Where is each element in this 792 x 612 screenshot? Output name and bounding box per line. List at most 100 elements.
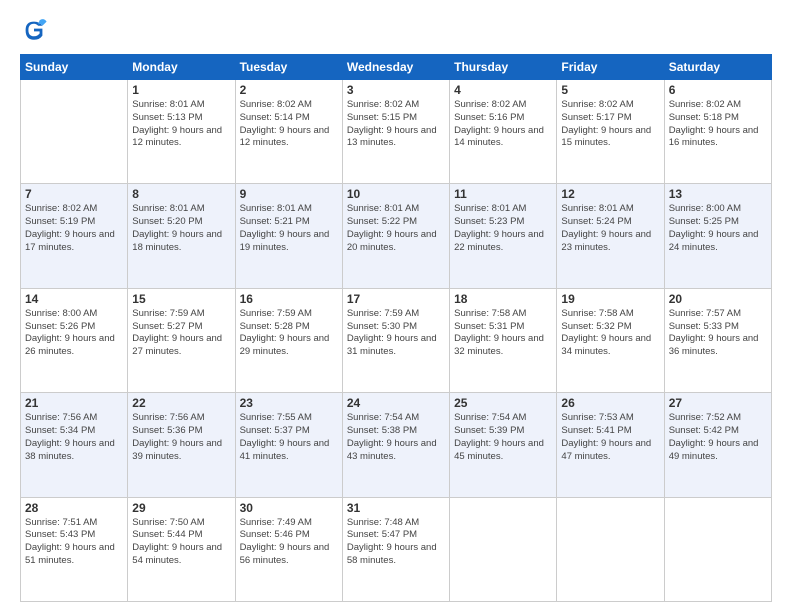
- cell-info: Sunrise: 8:01 AM Sunset: 5:23 PM Dayligh…: [454, 203, 552, 254]
- day-number: 6: [669, 83, 767, 97]
- calendar-cell: 23 Sunrise: 7:55 AM Sunset: 5:37 PM Dayli…: [235, 393, 342, 497]
- cell-info: Sunrise: 8:01 AM Sunset: 5:13 PM Dayligh…: [132, 99, 230, 150]
- calendar-cell: 11Sunrise: 8:01 AM Sunset: 5:23 PM Dayli…: [450, 184, 557, 288]
- day-number: 15: [132, 292, 230, 306]
- calendar-cell: [557, 497, 664, 601]
- cell-info: Sunrise: 7:49 AM Sunset: 5:46 PM Dayligh…: [240, 517, 338, 568]
- cell-info: Sunrise: 8:02 AM Sunset: 5:15 PM Dayligh…: [347, 99, 445, 150]
- day-number: 19: [561, 292, 659, 306]
- calendar-cell: 17 Sunrise: 7:59 AM Sunset: 5:30 PM Dayli…: [342, 288, 449, 392]
- day-number: 16: [240, 292, 338, 306]
- calendar-cell: [21, 80, 128, 184]
- calendar-cell: 3Sunrise: 8:02 AM Sunset: 5:15 PM Daylig…: [342, 80, 449, 184]
- calendar-cell: 9Sunrise: 8:01 AM Sunset: 5:21 PM Daylig…: [235, 184, 342, 288]
- cell-info: Sunrise: 7:57 AM Sunset: 5:33 PM Dayligh…: [669, 308, 767, 359]
- page: SundayMondayTuesdayWednesdayThursdayFrid…: [0, 0, 792, 612]
- day-number: 1: [132, 83, 230, 97]
- day-number: 26: [561, 396, 659, 410]
- day-number: 21: [25, 396, 123, 410]
- week-row-4: 21 Sunrise: 7:56 AM Sunset: 5:34 PM Dayli…: [21, 393, 772, 497]
- calendar-cell: 20Sunrise: 7:57 AM Sunset: 5:33 PM Dayli…: [664, 288, 771, 392]
- cell-info: Sunrise: 7:59 AM Sunset: 5:28 PM Dayligh…: [240, 308, 338, 359]
- calendar-cell: 19Sunrise: 7:58 AM Sunset: 5:32 PM Dayli…: [557, 288, 664, 392]
- cell-info: Sunrise: 7:48 AM Sunset: 5:47 PM Dayligh…: [347, 517, 445, 568]
- cell-info: Sunrise: 8:01 AM Sunset: 5:20 PM Dayligh…: [132, 203, 230, 254]
- calendar-cell: 27Sunrise: 7:52 AM Sunset: 5:42 PM Dayli…: [664, 393, 771, 497]
- day-number: 25: [454, 396, 552, 410]
- week-row-1: 1 Sunrise: 8:01 AM Sunset: 5:13 PM Daylig…: [21, 80, 772, 184]
- calendar-cell: 10 Sunrise: 8:01 AM Sunset: 5:22 PM Dayli…: [342, 184, 449, 288]
- day-number: 14: [25, 292, 123, 306]
- calendar-cell: 6 Sunrise: 8:02 AM Sunset: 5:18 PM Daylig…: [664, 80, 771, 184]
- cell-info: Sunrise: 8:00 AM Sunset: 5:26 PM Dayligh…: [25, 308, 123, 359]
- cell-info: Sunrise: 7:53 AM Sunset: 5:41 PM Dayligh…: [561, 412, 659, 463]
- logo-icon: [20, 16, 48, 44]
- cell-info: Sunrise: 8:02 AM Sunset: 5:18 PM Dayligh…: [669, 99, 767, 150]
- week-row-5: 28 Sunrise: 7:51 AM Sunset: 5:43 PM Dayli…: [21, 497, 772, 601]
- header-row: SundayMondayTuesdayWednesdayThursdayFrid…: [21, 55, 772, 80]
- day-number: 18: [454, 292, 552, 306]
- calendar-cell: 22Sunrise: 7:56 AM Sunset: 5:36 PM Dayli…: [128, 393, 235, 497]
- cell-info: Sunrise: 8:01 AM Sunset: 5:24 PM Dayligh…: [561, 203, 659, 254]
- calendar-cell: 12 Sunrise: 8:01 AM Sunset: 5:24 PM Dayli…: [557, 184, 664, 288]
- cell-info: Sunrise: 8:02 AM Sunset: 5:14 PM Dayligh…: [240, 99, 338, 150]
- day-number: 23: [240, 396, 338, 410]
- cell-info: Sunrise: 7:51 AM Sunset: 5:43 PM Dayligh…: [25, 517, 123, 568]
- cell-info: Sunrise: 7:54 AM Sunset: 5:38 PM Dayligh…: [347, 412, 445, 463]
- week-row-3: 14 Sunrise: 8:00 AM Sunset: 5:26 PM Dayli…: [21, 288, 772, 392]
- cell-info: Sunrise: 7:54 AM Sunset: 5:39 PM Dayligh…: [454, 412, 552, 463]
- calendar-cell: 14 Sunrise: 8:00 AM Sunset: 5:26 PM Dayli…: [21, 288, 128, 392]
- calendar-cell: 25 Sunrise: 7:54 AM Sunset: 5:39 PM Dayli…: [450, 393, 557, 497]
- day-number: 4: [454, 83, 552, 97]
- calendar-cell: 18 Sunrise: 7:58 AM Sunset: 5:31 PM Dayli…: [450, 288, 557, 392]
- calendar-cell: 8Sunrise: 8:01 AM Sunset: 5:20 PM Daylig…: [128, 184, 235, 288]
- header: [20, 16, 772, 44]
- day-number: 9: [240, 187, 338, 201]
- calendar-cell: 16 Sunrise: 7:59 AM Sunset: 5:28 PM Dayli…: [235, 288, 342, 392]
- cell-info: Sunrise: 7:55 AM Sunset: 5:37 PM Dayligh…: [240, 412, 338, 463]
- day-number: 27: [669, 396, 767, 410]
- logo: [20, 16, 52, 44]
- calendar-cell: 13 Sunrise: 8:00 AM Sunset: 5:25 PM Dayli…: [664, 184, 771, 288]
- cell-info: Sunrise: 8:02 AM Sunset: 5:17 PM Dayligh…: [561, 99, 659, 150]
- day-number: 22: [132, 396, 230, 410]
- calendar-cell: 31 Sunrise: 7:48 AM Sunset: 5:47 PM Dayli…: [342, 497, 449, 601]
- calendar-cell: [664, 497, 771, 601]
- day-number: 10: [347, 187, 445, 201]
- week-row-2: 7Sunrise: 8:02 AM Sunset: 5:19 PM Daylig…: [21, 184, 772, 288]
- cell-info: Sunrise: 8:02 AM Sunset: 5:19 PM Dayligh…: [25, 203, 123, 254]
- calendar-cell: 2 Sunrise: 8:02 AM Sunset: 5:14 PM Daylig…: [235, 80, 342, 184]
- day-number: 17: [347, 292, 445, 306]
- day-number: 24: [347, 396, 445, 410]
- calendar-table: SundayMondayTuesdayWednesdayThursdayFrid…: [20, 54, 772, 602]
- cell-info: Sunrise: 8:00 AM Sunset: 5:25 PM Dayligh…: [669, 203, 767, 254]
- day-number: 29: [132, 501, 230, 515]
- calendar-cell: 1 Sunrise: 8:01 AM Sunset: 5:13 PM Daylig…: [128, 80, 235, 184]
- calendar-cell: 29 Sunrise: 7:50 AM Sunset: 5:44 PM Dayli…: [128, 497, 235, 601]
- cell-info: Sunrise: 7:56 AM Sunset: 5:34 PM Dayligh…: [25, 412, 123, 463]
- cell-info: Sunrise: 7:50 AM Sunset: 5:44 PM Dayligh…: [132, 517, 230, 568]
- day-number: 30: [240, 501, 338, 515]
- day-number: 28: [25, 501, 123, 515]
- day-number: 31: [347, 501, 445, 515]
- column-header-wednesday: Wednesday: [342, 55, 449, 80]
- calendar-cell: 4Sunrise: 8:02 AM Sunset: 5:16 PM Daylig…: [450, 80, 557, 184]
- cell-info: Sunrise: 7:58 AM Sunset: 5:31 PM Dayligh…: [454, 308, 552, 359]
- calendar-cell: 28 Sunrise: 7:51 AM Sunset: 5:43 PM Dayli…: [21, 497, 128, 601]
- calendar-cell: 5Sunrise: 8:02 AM Sunset: 5:17 PM Daylig…: [557, 80, 664, 184]
- calendar-cell: 21 Sunrise: 7:56 AM Sunset: 5:34 PM Dayli…: [21, 393, 128, 497]
- calendar-cell: 26 Sunrise: 7:53 AM Sunset: 5:41 PM Dayli…: [557, 393, 664, 497]
- day-number: 13: [669, 187, 767, 201]
- column-header-sunday: Sunday: [21, 55, 128, 80]
- column-header-tuesday: Tuesday: [235, 55, 342, 80]
- cell-info: Sunrise: 7:59 AM Sunset: 5:27 PM Dayligh…: [132, 308, 230, 359]
- cell-info: Sunrise: 8:01 AM Sunset: 5:22 PM Dayligh…: [347, 203, 445, 254]
- day-number: 2: [240, 83, 338, 97]
- day-number: 12: [561, 187, 659, 201]
- cell-info: Sunrise: 7:59 AM Sunset: 5:30 PM Dayligh…: [347, 308, 445, 359]
- calendar-cell: 7Sunrise: 8:02 AM Sunset: 5:19 PM Daylig…: [21, 184, 128, 288]
- calendar-cell: 15 Sunrise: 7:59 AM Sunset: 5:27 PM Dayli…: [128, 288, 235, 392]
- calendar-cell: 24 Sunrise: 7:54 AM Sunset: 5:38 PM Dayli…: [342, 393, 449, 497]
- calendar-cell: 30 Sunrise: 7:49 AM Sunset: 5:46 PM Dayli…: [235, 497, 342, 601]
- column-header-thursday: Thursday: [450, 55, 557, 80]
